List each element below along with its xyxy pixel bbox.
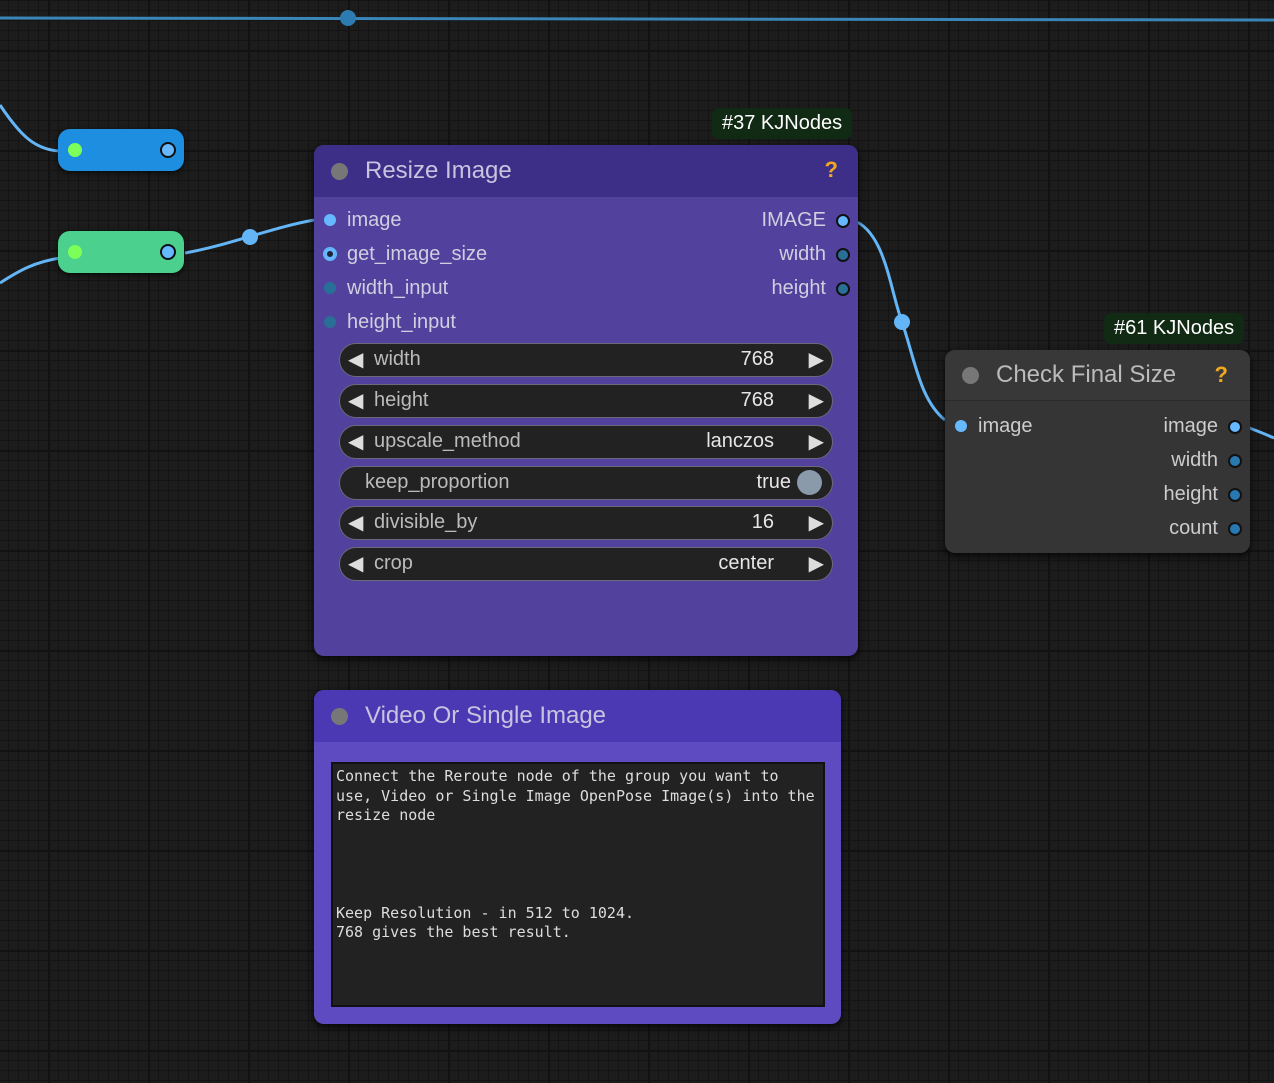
- output-width[interactable]: width: [779, 242, 850, 266]
- widget-value: 768: [740, 348, 774, 370]
- link-to-green-reroute: [0, 256, 61, 285]
- node-title-bar[interactable]: Resize Image ?: [314, 145, 858, 197]
- widget-divisible-by[interactable]: ◀ divisible_by 16 ▶: [339, 506, 833, 540]
- reroute-node-blue[interactable]: [58, 129, 184, 171]
- widget-value: lanczos: [706, 430, 774, 452]
- widget-value: true: [756, 471, 791, 493]
- widget-label: divisible_by: [374, 511, 478, 533]
- reroute-output-dot[interactable]: [160, 244, 176, 260]
- collapse-dot-icon[interactable]: [962, 366, 979, 384]
- input-image[interactable]: image: [955, 414, 1032, 438]
- slot-label: height: [771, 277, 827, 299]
- node-title-bar[interactable]: Video Or Single Image: [314, 690, 841, 742]
- reroute-node-green[interactable]: [58, 231, 184, 273]
- widget-value: 16: [751, 511, 774, 533]
- widget-value: 768: [740, 389, 774, 411]
- input-image[interactable]: image: [324, 208, 401, 232]
- slot-label: image: [1163, 415, 1218, 437]
- reroute-input-dot[interactable]: [68, 245, 82, 259]
- slot-label: get_image_size: [347, 243, 488, 265]
- reroute-input-dot[interactable]: [68, 143, 82, 157]
- slot-label: height: [1163, 483, 1219, 505]
- link-midpoint: [340, 10, 356, 26]
- slot-label: IMAGE: [761, 209, 826, 231]
- increment-arrow-icon[interactable]: ▶: [809, 510, 824, 535]
- widget-label: height: [374, 389, 429, 411]
- check-final-size-node[interactable]: Check Final Size ? image image width hei…: [945, 350, 1250, 553]
- widget-height[interactable]: ◀ height 768 ▶: [339, 384, 833, 418]
- widget-upscale-method[interactable]: ◀ upscale_method lanczos ▶: [339, 425, 833, 459]
- output-count[interactable]: count: [1169, 516, 1242, 540]
- widget-value: center: [718, 552, 774, 574]
- slot-label: height_input: [347, 311, 456, 333]
- node-title: Video Or Single Image: [365, 702, 607, 729]
- decrement-arrow-icon[interactable]: ◀: [348, 347, 363, 372]
- link-top: [0, 16, 1274, 22]
- output-image[interactable]: image: [1164, 414, 1242, 438]
- slot-label: count: [1169, 517, 1218, 539]
- node-title-bar[interactable]: Check Final Size ?: [945, 350, 1250, 401]
- node-badge: #37 KJNodes: [712, 108, 853, 139]
- link-midpoint: [894, 314, 910, 330]
- output-height[interactable]: height: [771, 276, 850, 300]
- widget-crop[interactable]: ◀ crop center ▶: [339, 547, 833, 581]
- link-to-blue-reroute: [0, 104, 61, 153]
- slot-label: width: [779, 243, 826, 265]
- slot-label: width: [1171, 449, 1218, 471]
- input-width-input[interactable]: width_input: [324, 276, 448, 300]
- next-arrow-icon[interactable]: ▶: [809, 551, 824, 576]
- widget-label: keep_proportion: [365, 471, 510, 493]
- reroute-output-dot[interactable]: [160, 142, 176, 158]
- increment-arrow-icon[interactable]: ▶: [809, 388, 824, 413]
- resize-image-node[interactable]: Resize Image ? image get_image_size widt…: [314, 145, 858, 656]
- help-icon[interactable]: ?: [1215, 362, 1228, 388]
- widget-keep-proportion[interactable]: keep_proportion true: [339, 466, 833, 500]
- help-icon[interactable]: ?: [825, 157, 838, 183]
- decrement-arrow-icon[interactable]: ◀: [348, 388, 363, 413]
- increment-arrow-icon[interactable]: ▶: [809, 347, 824, 372]
- widget-label: crop: [374, 552, 413, 574]
- output-image[interactable]: IMAGE: [762, 208, 850, 232]
- input-height-input[interactable]: height_input: [324, 310, 456, 334]
- decrement-arrow-icon[interactable]: ◀: [348, 510, 363, 535]
- slot-label: width_input: [347, 277, 449, 299]
- node-title: Resize Image: [365, 157, 512, 184]
- slot-label: image: [978, 415, 1033, 437]
- next-arrow-icon[interactable]: ▶: [809, 429, 824, 454]
- slot-label: image: [347, 209, 402, 231]
- output-width[interactable]: width: [1171, 448, 1242, 472]
- widget-label: width: [374, 348, 421, 370]
- collapse-dot-icon[interactable]: [331, 707, 348, 725]
- output-height[interactable]: height: [1163, 482, 1242, 506]
- prev-arrow-icon[interactable]: ◀: [348, 429, 363, 454]
- note-text-area[interactable]: Connect the Reroute node of the group yo…: [331, 762, 825, 1007]
- video-or-single-image-note[interactable]: Video Or Single Image Connect the Rerout…: [314, 690, 841, 1024]
- prev-arrow-icon[interactable]: ◀: [348, 551, 363, 576]
- toggle-knob-icon[interactable]: [797, 470, 822, 495]
- link-midpoint: [242, 229, 258, 245]
- collapse-dot-icon[interactable]: [331, 162, 348, 180]
- node-badge: #61 KJNodes: [1104, 313, 1245, 344]
- widget-label: upscale_method: [374, 430, 521, 452]
- input-get-image-size[interactable]: get_image_size: [323, 242, 488, 266]
- node-title: Check Final Size: [996, 361, 1177, 388]
- widget-width[interactable]: ◀ width 768 ▶: [339, 343, 833, 377]
